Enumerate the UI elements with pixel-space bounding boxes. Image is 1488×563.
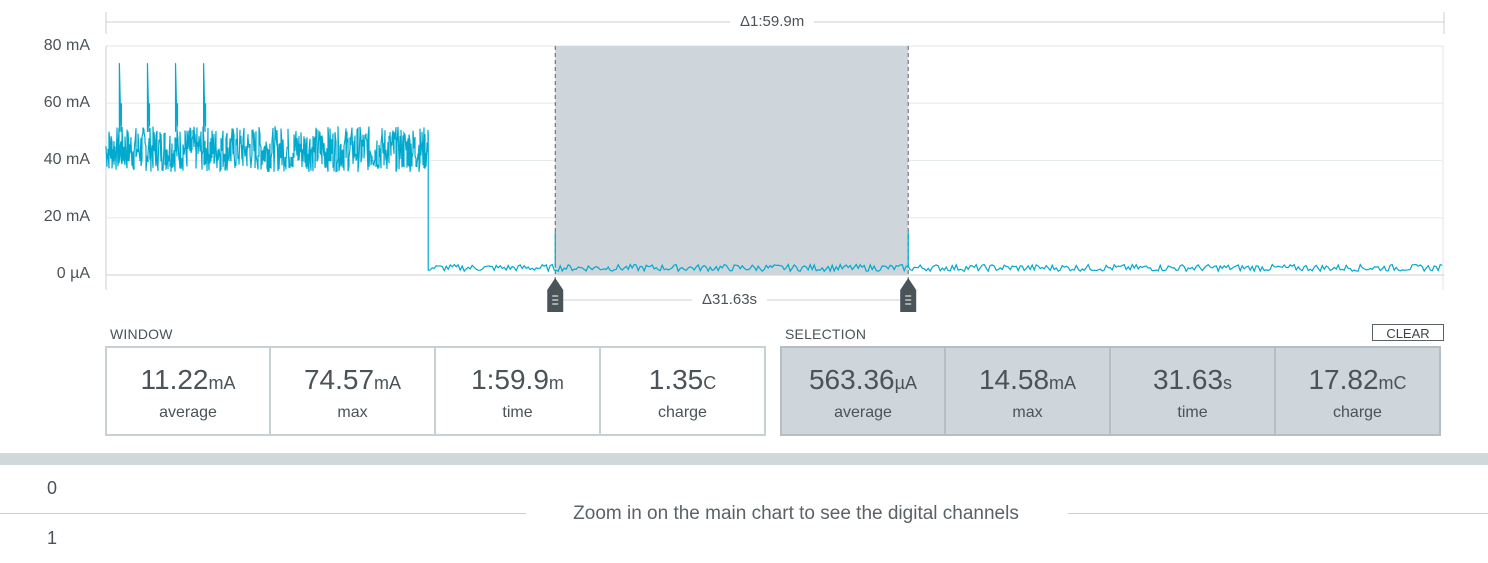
window-time-stat: 1:59.9m time — [436, 346, 601, 436]
panel-divider[interactable] — [0, 453, 1488, 465]
stat-value: 17.82 — [1308, 364, 1379, 395]
zoom-hint-message: Zoom in on the main chart to see the dig… — [573, 503, 1019, 524]
stat-unit: mA — [208, 373, 236, 393]
digital-divider-left — [0, 513, 526, 514]
stat-unit: mC — [1378, 373, 1407, 393]
selection-section-label: SELECTION — [785, 326, 867, 342]
stat-label: average — [159, 404, 217, 421]
stat-label: charge — [658, 404, 707, 421]
stat-label: max — [337, 404, 368, 421]
window-average-stat: 11.22mA average — [105, 346, 271, 436]
selection-delta-label: Δ31.63s — [692, 291, 768, 308]
window-charge-stat: 1.35C charge — [601, 346, 766, 436]
stat-label: max — [1012, 404, 1043, 421]
digital-channel-label: 1 — [47, 528, 58, 548]
stat-unit: mA — [374, 373, 402, 393]
selection-charge-stat: 17.82mC charge — [1276, 346, 1441, 436]
stat-unit: C — [703, 373, 717, 393]
selection-region[interactable] — [555, 46, 909, 275]
y-tick-label: 40 mA — [43, 151, 90, 168]
handle-shape[interactable] — [547, 278, 564, 312]
stat-value: 11.22 — [140, 364, 209, 395]
stat-value: 14.58 — [978, 364, 1050, 395]
window-stats: 11.22mA average 74.57mA max 1:59.9m time… — [105, 346, 766, 436]
selection-time-stat: 31.63s time — [1111, 346, 1276, 436]
stat-label: charge — [1333, 404, 1382, 421]
stat-unit: mA — [1049, 373, 1077, 393]
stat-value: 1:59.9 — [471, 364, 549, 395]
selection-max-stat: 14.58mA max — [946, 346, 1111, 436]
clear-selection-button[interactable]: CLEAR — [1372, 324, 1444, 341]
stat-value: 563.36 — [808, 364, 895, 395]
selection-right-handle[interactable] — [900, 278, 917, 312]
stat-value: 74.57 — [303, 364, 375, 395]
window-max-stat: 74.57mA max — [271, 346, 436, 436]
y-tick-label: 60 mA — [43, 94, 90, 111]
stat-value: 31.63 — [1152, 364, 1224, 395]
top-ruler-delta-label: Δ1:59.9m — [730, 13, 815, 30]
stat-value: 1.35 — [648, 364, 704, 395]
y-tick-label: 0 µA — [56, 265, 90, 282]
digital-divider-right — [1068, 513, 1488, 514]
current-chart[interactable] — [0, 0, 1488, 330]
stat-label: average — [834, 404, 892, 421]
y-tick-label: 20 mA — [43, 208, 90, 225]
stat-unit: m — [548, 373, 564, 393]
selection-stats: 563.36µA average 14.58mA max 31.63s time… — [780, 346, 1441, 436]
stat-unit: µA — [894, 373, 918, 393]
window-section-label: WINDOW — [110, 326, 173, 342]
stat-label: time — [502, 404, 533, 421]
handle-shape[interactable] — [900, 278, 917, 312]
selection-average-stat: 563.36µA average — [780, 346, 946, 436]
selection-left-handle[interactable] — [547, 278, 564, 312]
y-tick-label: 80 mA — [43, 37, 90, 54]
stat-label: time — [1177, 404, 1208, 421]
stat-unit: s — [1223, 373, 1233, 393]
digital-channel-label: 0 — [47, 478, 58, 498]
